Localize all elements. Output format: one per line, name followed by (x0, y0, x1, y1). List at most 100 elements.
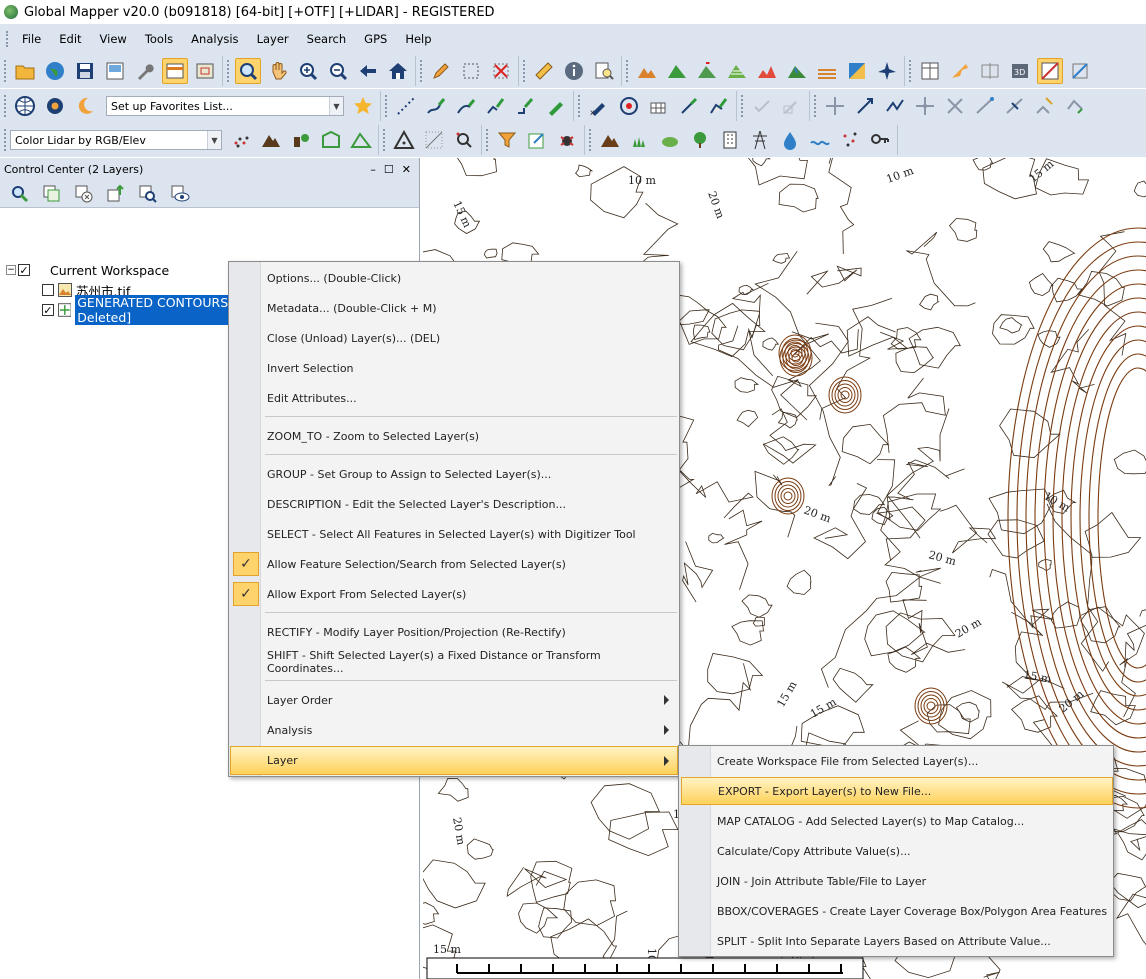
create-arc-button[interactable] (453, 93, 479, 119)
zoom-out-button[interactable] (325, 58, 351, 84)
lidar-classify-button[interactable] (288, 127, 314, 153)
class-building-button[interactable] (717, 127, 743, 153)
split-line-button[interactable] (1002, 93, 1028, 119)
class-ground-button[interactable] (597, 127, 623, 153)
check-tool-button[interactable] (749, 93, 775, 119)
menu-help[interactable]: Help (396, 24, 440, 54)
move-feature-button[interactable] (912, 93, 938, 119)
overview-map-button[interactable] (192, 58, 218, 84)
combine-terrain-button[interactable] (814, 58, 840, 84)
menu-tools[interactable]: Tools (136, 24, 182, 54)
lidar-search-button[interactable] (451, 127, 477, 153)
menu-gps[interactable]: GPS (355, 24, 396, 54)
join-line-button[interactable] (1032, 93, 1058, 119)
menu-file[interactable]: File (13, 24, 50, 54)
workspace-checkbox[interactable]: ✓ (18, 264, 30, 276)
scale-feature-button[interactable] (852, 93, 878, 119)
submenu-item-map-catalog[interactable]: MAP CATALOG - Add Selected Layer(s) to M… (681, 807, 1113, 835)
settings-button[interactable] (42, 93, 68, 119)
lidar-filter-button[interactable] (228, 127, 254, 153)
open-folder-button[interactable] (12, 58, 38, 84)
menu-item-layer[interactable]: Layer (230, 746, 678, 775)
open-online-data-button[interactable] (42, 58, 68, 84)
class-high-veg-button[interactable] (687, 127, 713, 153)
lidar-funnel-button[interactable] (494, 127, 520, 153)
class-powerline-button[interactable] (747, 127, 773, 153)
rotate-edit-button[interactable] (676, 93, 702, 119)
move-vertex-button[interactable] (822, 93, 848, 119)
lidar-noise-button[interactable] (554, 127, 580, 153)
favorites-list-combo[interactable]: Set up Favorites List... ▼ (106, 96, 344, 116)
collapse-icon[interactable]: − (6, 265, 16, 275)
split-view-button[interactable] (917, 58, 943, 84)
contour-generate-button[interactable] (724, 58, 750, 84)
menu-item-analysis[interactable]: Analysis (231, 716, 677, 744)
delete-vertex-button[interactable] (942, 93, 968, 119)
class-low-veg-button[interactable] (627, 127, 653, 153)
layer-search-button[interactable] (136, 182, 160, 206)
menu-edit[interactable]: Edit (50, 24, 90, 54)
feature-info-button[interactable] (561, 58, 587, 84)
menu-item-invert-selection[interactable]: Invert Selection (231, 354, 677, 382)
submenu-item-calculate-attribute[interactable]: Calculate/Copy Attribute Value(s)... (681, 837, 1113, 865)
menu-item-shift[interactable]: SHIFT - Shift Selected Layer(s) a Fixed … (231, 648, 677, 676)
menu-item-layer-order[interactable]: Layer Order (231, 686, 677, 714)
lidar-triangle-button[interactable] (391, 127, 417, 153)
layer-checkbox-tif[interactable] (42, 284, 54, 296)
search-features-button[interactable] (591, 58, 617, 84)
menu-item-options[interactable]: Options... (Double-Click) (231, 264, 677, 292)
configure-button[interactable] (132, 58, 158, 84)
layer-zoom-button[interactable] (8, 182, 32, 206)
menu-view[interactable]: View (91, 24, 136, 54)
menu-analysis[interactable]: Analysis (182, 24, 247, 54)
measure-tool-button[interactable] (531, 58, 557, 84)
class-water-button[interactable] (777, 127, 803, 153)
rotate-feature-button[interactable] (1062, 93, 1088, 119)
menu-item-allow-selection[interactable]: ✓ Allow Feature Selection/Search from Sel… (231, 550, 677, 578)
layer-close-button[interactable] (72, 182, 96, 206)
layer-add-button[interactable] (40, 182, 64, 206)
menu-item-metadata[interactable]: Metadata... (Double-Click + M) (231, 294, 677, 322)
lidar-grid-button[interactable] (421, 127, 447, 153)
menu-item-zoom-to[interactable]: ZOOM_TO - Zoom to Selected Layer(s) (231, 422, 677, 450)
menu-item-rectify[interactable]: RECTIFY - Modify Layer Position/Projecti… (231, 618, 677, 646)
menu-item-allow-export[interactable]: ✓ Allow Export From Selected Layer(s) (231, 580, 677, 608)
class-med-veg-button[interactable] (657, 127, 683, 153)
lidar-building-button[interactable] (318, 127, 344, 153)
target-button[interactable] (616, 93, 642, 119)
delete-features-button[interactable] (488, 58, 514, 84)
edit-coordinates-button[interactable]: x (586, 93, 612, 119)
print-layout-button[interactable] (102, 58, 128, 84)
add-favorite-button[interactable] (350, 93, 376, 119)
swipe-button[interactable] (977, 58, 1003, 84)
menu-item-select-all[interactable]: SELECT - Select All Features in Selected… (231, 520, 677, 548)
view-shed-button[interactable] (694, 58, 720, 84)
create-poly-button[interactable] (483, 93, 509, 119)
lidar-toolbar-button[interactable] (1037, 58, 1063, 84)
class-noise-button[interactable] (837, 127, 863, 153)
save-button[interactable] (72, 58, 98, 84)
edit-area-button[interactable] (706, 93, 732, 119)
layer-visibility-button[interactable] (168, 182, 192, 206)
create-rect-button[interactable] (513, 93, 539, 119)
lidar-terrain-button[interactable] (258, 127, 284, 153)
chevron-down-icon[interactable]: ▼ (329, 97, 343, 115)
submenu-item-split[interactable]: SPLIT - Split Into Separate Layers Based… (681, 927, 1113, 955)
no-shader-button[interactable] (874, 58, 900, 84)
minimize-icon[interactable]: – (370, 163, 376, 176)
menu-item-close-layer[interactable]: Close (Unload) Layer(s)... (DEL) (231, 324, 677, 352)
maximize-icon[interactable]: ☐ (384, 163, 394, 176)
zoom-in-button[interactable] (295, 58, 321, 84)
lidar-color-combo[interactable]: Color Lidar by RGB/Elev ▼ (10, 130, 222, 150)
scissors-edit-button[interactable] (779, 93, 805, 119)
pan-tool-button[interactable] (265, 58, 291, 84)
digitizer-tool-button[interactable] (428, 58, 454, 84)
create-line-button[interactable] (423, 93, 449, 119)
submenu-item-create-workspace[interactable]: Create Workspace File from Selected Laye… (681, 747, 1113, 775)
watershed-button[interactable] (784, 58, 810, 84)
path-profile-button[interactable] (754, 58, 780, 84)
full-view-button[interactable] (385, 58, 411, 84)
create-circle-button[interactable] (543, 93, 569, 119)
menu-item-group[interactable]: GROUP - Set Group to Assign to Selected … (231, 460, 677, 488)
submenu-item-export[interactable]: EXPORT - Export Layer(s) to New File... (681, 777, 1113, 805)
